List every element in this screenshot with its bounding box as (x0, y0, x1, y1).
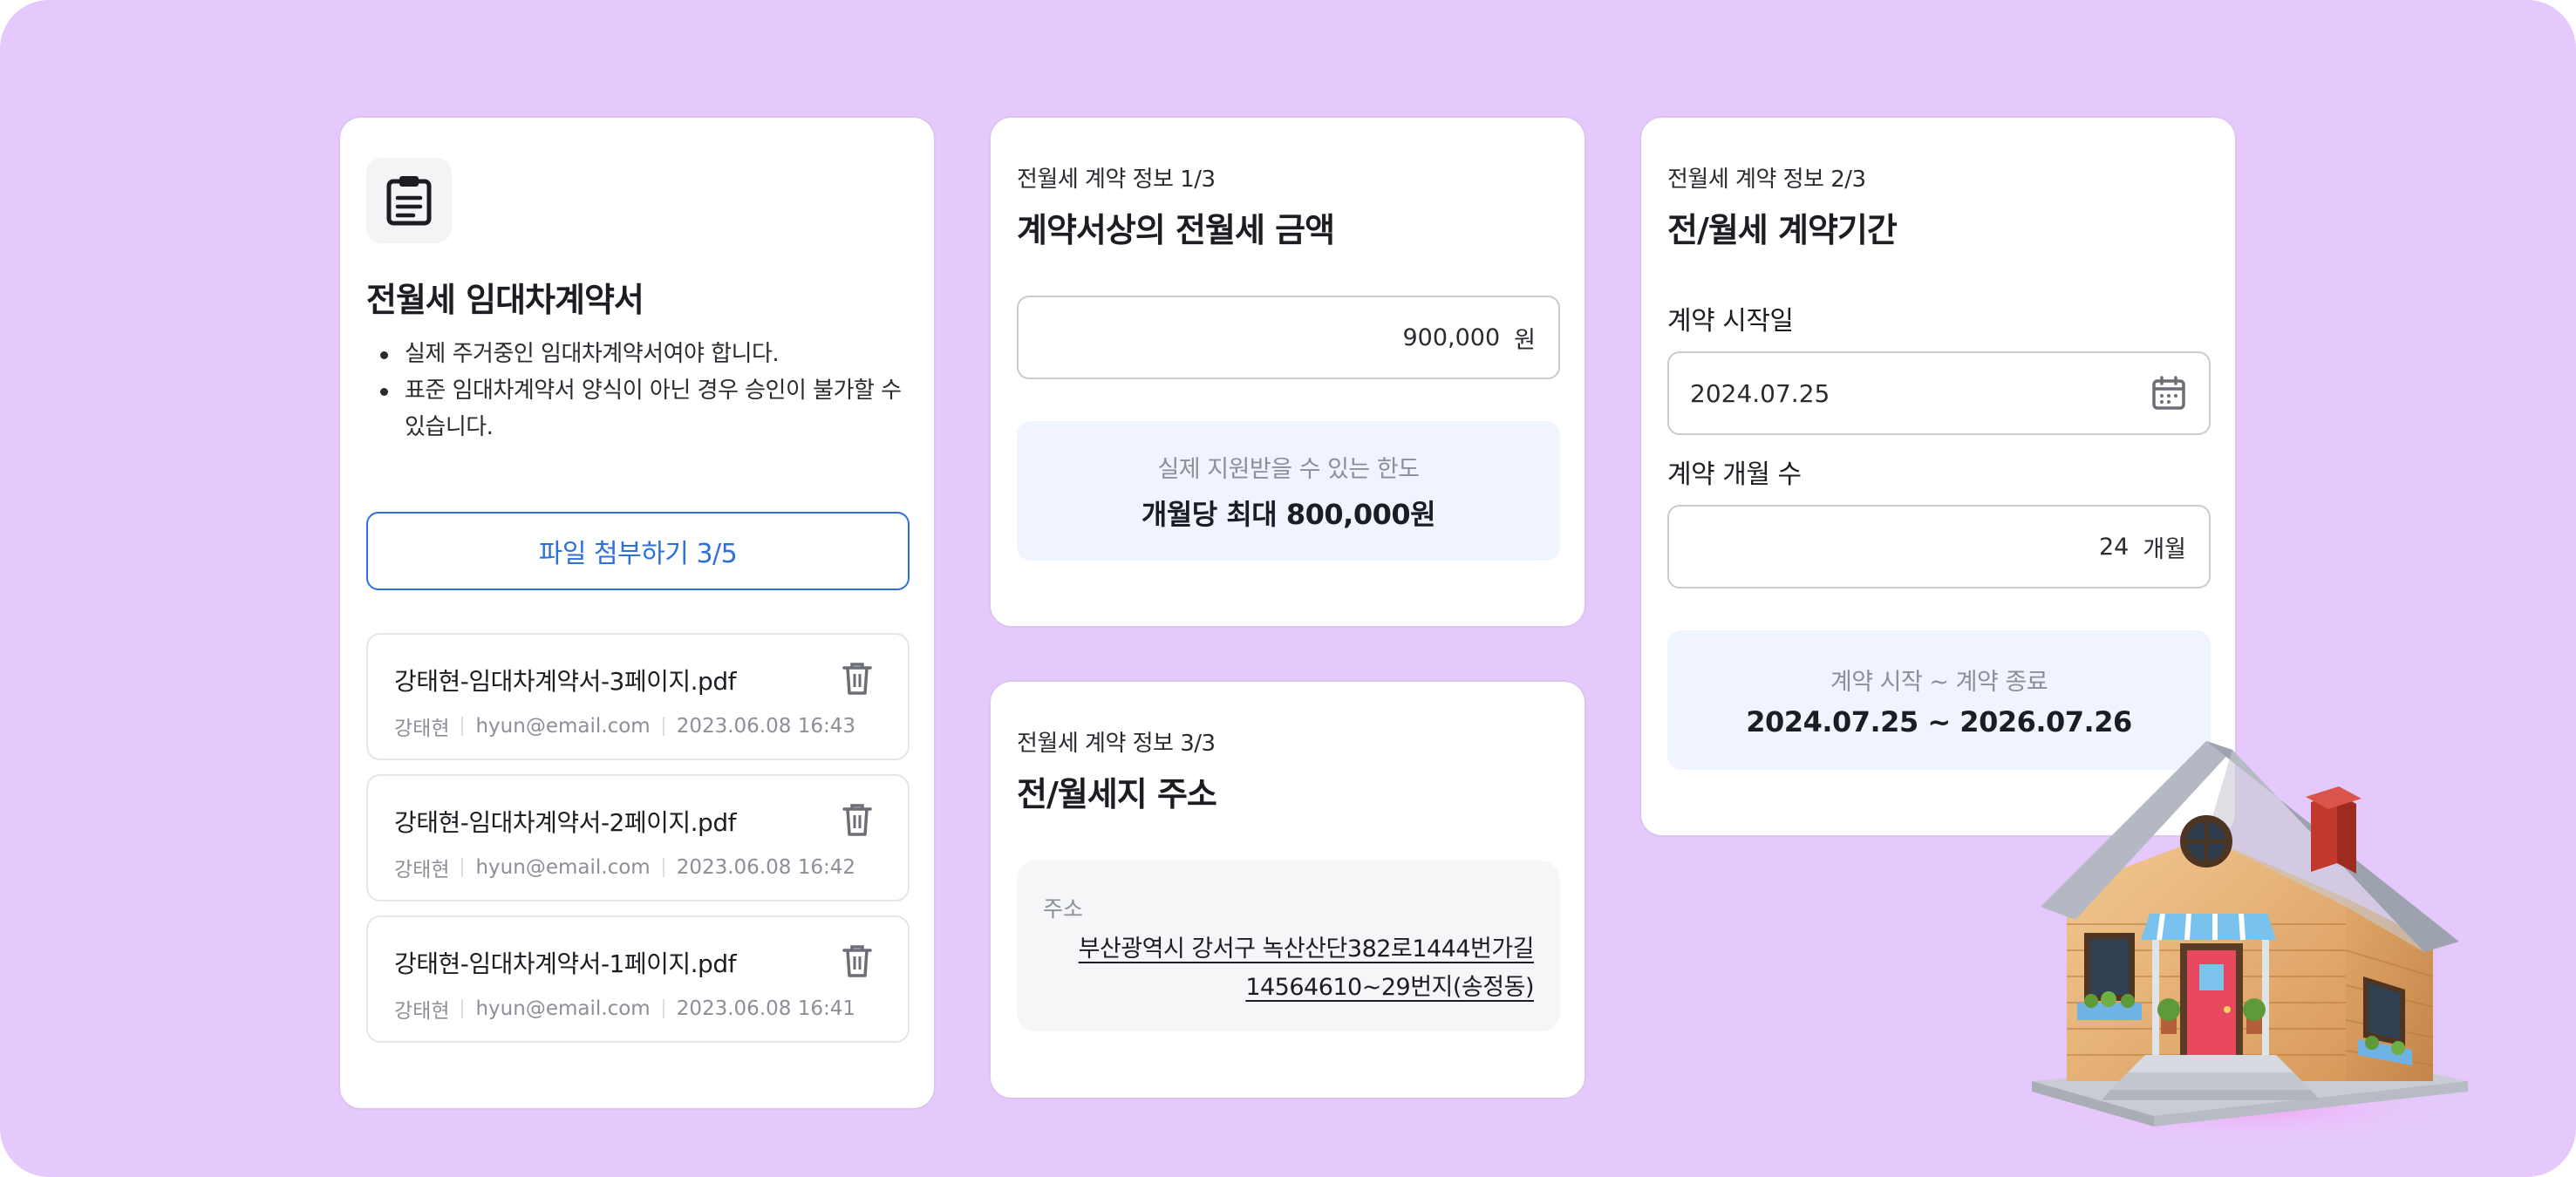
meta-divider (461, 717, 464, 736)
file-meta: 강태현 hyun@email.com 2023.06.08 16:43 (394, 711, 855, 741)
amount-input[interactable]: 900,000 원 (1017, 296, 1560, 379)
amount-unit: 원 (1514, 326, 1536, 354)
file-name: 강태현-임대차계약서-2페이지.pdf (394, 808, 736, 837)
file-meta: 강태현 hyun@email.com 2023.06.08 16:42 (394, 853, 855, 882)
meta-divider (461, 858, 464, 877)
house-illustration (2032, 741, 2468, 1142)
address-link[interactable]: 부산광역시 강서구 녹산산단382로1444번가길 14564610~29번지(… (1078, 930, 1535, 1007)
contract-amount-card: 전월세 계약 정보 1/3 계약서상의 전월세 금액 900,000 원 실제 … (989, 116, 1586, 628)
attach-file-button[interactable]: 파일 첨부하기 3/5 (366, 512, 910, 590)
lease-document-card: 전월세 임대차계약서 실제 주거중인 임대차계약서여야 합니다. 표준 임대차계… (338, 116, 936, 1110)
months-value: 24 (2098, 533, 2130, 561)
step-label: 전월세 계약 정보 2/3 (1667, 167, 1866, 193)
months-input[interactable]: 24 개월 (1667, 505, 2211, 588)
range-label: 계약 시작 ~ 계약 종료 (1830, 668, 2048, 696)
limit-label: 실제 지원받을 수 있는 한도 (1157, 455, 1420, 483)
start-date-input[interactable]: 2024.07.25 (1667, 351, 2211, 435)
trash-icon[interactable] (842, 943, 873, 978)
file-list-item: 강태현-임대차계약서-3페이지.pdf 강태현 hyun@email.com 2… (366, 633, 910, 760)
trash-icon[interactable] (842, 661, 873, 696)
file-datetime: 2023.06.08 16:43 (676, 715, 855, 738)
support-limit-box: 실제 지원받을 수 있는 한도 개월당 최대 800,000원 (1017, 421, 1560, 561)
file-owner: 강태현 (394, 1000, 450, 1023)
limit-value: 개월당 최대 800,000원 (1141, 497, 1436, 531)
file-list-item: 강태현-임대차계약서-1페이지.pdf 강태현 hyun@email.com 2… (366, 915, 910, 1043)
amount-value: 900,000 (1402, 323, 1501, 351)
address-line: 부산광역시 강서구 녹산산단382로1444번가길 (1078, 935, 1535, 963)
file-name: 강태현-임대차계약서-3페이지.pdf (394, 667, 736, 696)
requirements-list: 실제 주거중인 임대차계약서여야 합니다. 표준 임대차계약서 양식이 아닌 경… (366, 336, 911, 446)
months-label: 계약 개월 수 (1667, 459, 1802, 490)
meta-divider (461, 999, 464, 1018)
page-background: 전월세 임대차계약서 실제 주거중인 임대차계약서여야 합니다. 표준 임대차계… (0, 0, 2576, 1177)
requirement-item: 실제 주거중인 임대차계약서여야 합니다. (366, 336, 911, 372)
file-owner: 강태현 (394, 859, 450, 881)
file-email: hyun@email.com (475, 715, 651, 738)
start-date-label: 계약 시작일 (1667, 306, 1794, 337)
months-unit: 개월 (2143, 535, 2186, 563)
address-line: 14564610~29번지(송정동) (1245, 974, 1534, 1001)
file-name: 강태현-임대차계약서-1페이지.pdf (394, 949, 736, 978)
start-date-value: 2024.07.25 (1690, 378, 1830, 408)
address-box: 주소 부산광역시 강서구 녹산산단382로1444번가길 14564610~29… (1017, 861, 1560, 1031)
meta-divider (662, 999, 664, 1018)
file-list-item: 강태현-임대차계약서-2페이지.pdf 강태현 hyun@email.com 2… (366, 774, 910, 901)
step-label: 전월세 계약 정보 1/3 (1017, 167, 1216, 193)
file-datetime: 2023.06.08 16:41 (676, 997, 855, 1020)
section-title: 전/월세지 주소 (1017, 775, 1217, 813)
step-label: 전월세 계약 정보 3/3 (1017, 731, 1216, 757)
trash-icon[interactable] (842, 802, 873, 837)
file-email: hyun@email.com (475, 856, 651, 879)
meta-divider (662, 717, 664, 736)
meta-divider (662, 858, 664, 877)
section-title: 계약서상의 전월세 금액 (1017, 211, 1335, 249)
file-datetime: 2023.06.08 16:42 (676, 856, 855, 879)
contract-address-card: 전월세 계약 정보 3/3 전/월세지 주소 주소 부산광역시 강서구 녹산산단… (989, 680, 1586, 1099)
calendar-icon[interactable] (2151, 376, 2186, 411)
requirement-item: 표준 임대차계약서 양식이 아닌 경우 승인이 불가할 수 있습니다. (366, 372, 911, 446)
file-owner: 강태현 (394, 718, 450, 740)
section-title: 전/월세 계약기간 (1667, 211, 1898, 249)
file-meta: 강태현 hyun@email.com 2023.06.08 16:41 (394, 994, 855, 1024)
clipboard-icon (366, 158, 452, 243)
address-label: 주소 (1043, 896, 1084, 922)
document-title: 전월세 임대차계약서 (366, 281, 644, 319)
file-email: hyun@email.com (475, 997, 651, 1020)
